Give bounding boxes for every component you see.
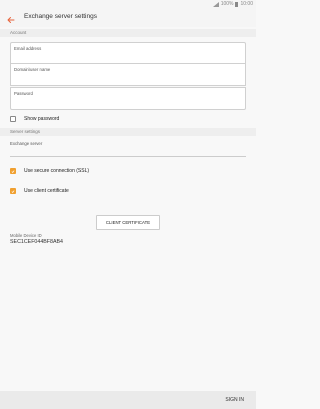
- client-certificate-button[interactable]: CLIENT CERTIFICATE: [96, 215, 160, 230]
- ssl-row[interactable]: Use secure connection (SSL): [10, 166, 89, 176]
- exchange-server-label: Exchange server: [10, 141, 43, 146]
- sign-in-button[interactable]: SIGN IN: [225, 397, 244, 403]
- signal-icon: [212, 1, 219, 7]
- server-settings-section-header: Server settings: [0, 128, 256, 136]
- status-time: 10:00: [240, 1, 253, 7]
- account-section-header: Account: [0, 29, 256, 37]
- client-certificate-row[interactable]: Use client certificate: [10, 186, 69, 196]
- battery-percentage: 100%: [220, 1, 234, 7]
- battery-icon: [235, 1, 239, 7]
- exchange-server-field[interactable]: [10, 156, 246, 157]
- checkmark-icon: [11, 189, 15, 193]
- email-field[interactable]: Email address: [10, 42, 246, 64]
- client-certificate-checkbox[interactable]: [10, 188, 16, 194]
- password-field[interactable]: Password: [10, 87, 246, 110]
- ssl-checkbox[interactable]: [10, 168, 16, 174]
- status-bar: 100% 10:00: [0, 0, 256, 8]
- status-icons: 100% 10:00: [212, 1, 253, 7]
- mobile-device-id-label: Mobile Device ID: [10, 233, 42, 238]
- page-title: Exchange server settings: [24, 13, 97, 20]
- arrow-left-icon[interactable]: [6, 12, 16, 23]
- show-password-checkbox[interactable]: [10, 116, 16, 122]
- checkmark-icon: [11, 169, 15, 173]
- bottom-action-bar: SIGN IN: [0, 391, 256, 409]
- app-bar: Exchange server settings: [0, 8, 256, 27]
- domain-username-field[interactable]: Domain\user name: [10, 64, 246, 86]
- ssl-label: Use secure connection (SSL): [24, 168, 90, 174]
- domain-username-placeholder: Domain\user name: [14, 67, 51, 72]
- client-certificate-label: Use client certificate: [24, 188, 69, 194]
- show-password-label: Show password: [24, 116, 60, 122]
- password-placeholder: Password: [14, 91, 33, 96]
- show-password-row[interactable]: Show password: [10, 114, 59, 124]
- mobile-device-id-value: SEC1CEF044BF8AB4: [10, 239, 63, 245]
- email-placeholder: Email address: [14, 46, 42, 51]
